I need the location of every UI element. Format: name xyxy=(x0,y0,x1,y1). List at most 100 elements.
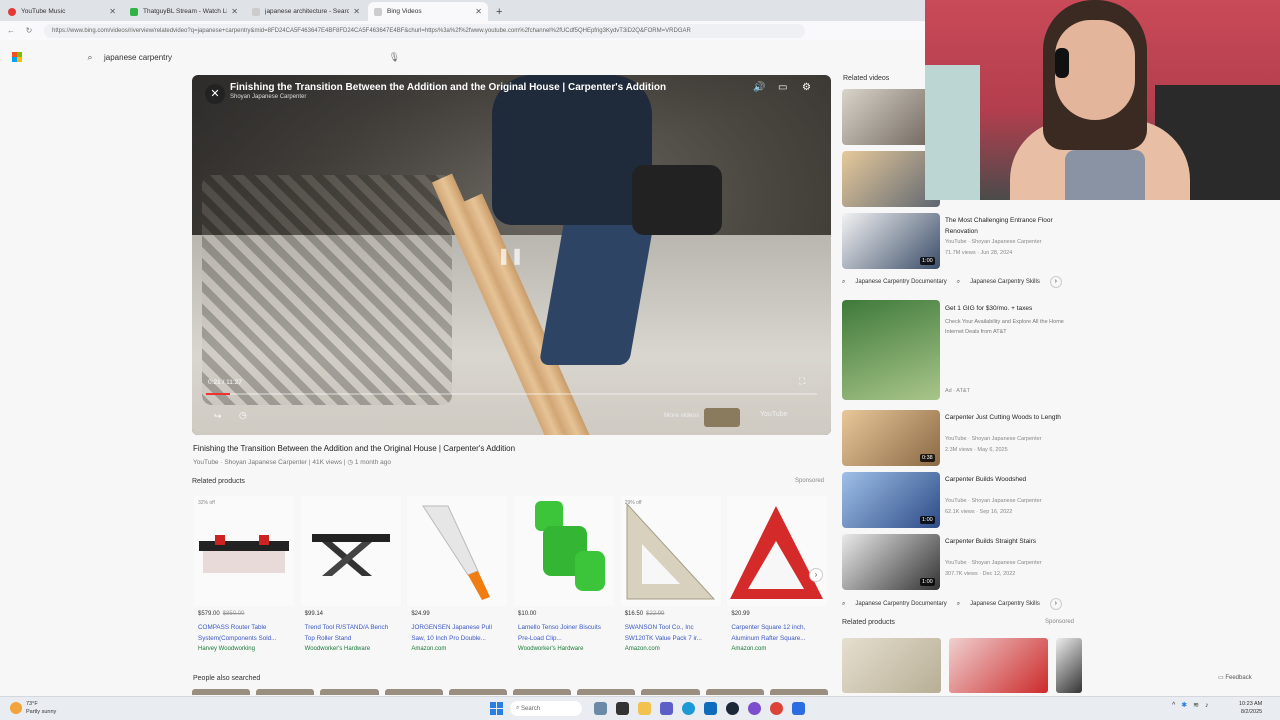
share-icon[interactable]: ↪ xyxy=(214,411,222,422)
bluetooth-icon[interactable]: ✱ xyxy=(1181,701,1187,709)
product-card[interactable]: $99.14 Trend Tool R/STAND/A Bench Top Ro… xyxy=(299,496,405,656)
product-image[interactable] xyxy=(194,496,294,606)
chip-skills[interactable]: Japanese Carpentry Skills xyxy=(970,601,1040,607)
product-name[interactable]: Lamello Tenso Joiner Biscuits Pre-Load C… xyxy=(518,622,612,644)
sponsored-label[interactable]: Sponsored xyxy=(795,478,824,484)
search-thumb[interactable] xyxy=(705,689,764,695)
related-video-item[interactable]: 1:00 The Most Challenging Entrance Floor… xyxy=(842,213,1082,269)
new-tab-button[interactable]: + xyxy=(496,2,502,21)
watch-later-icon[interactable]: ◷ xyxy=(239,410,247,421)
product-image[interactable] xyxy=(300,496,401,606)
microsoft-logo-icon[interactable] xyxy=(12,52,22,62)
teams-icon[interactable] xyxy=(660,702,673,715)
wifi-icon[interactable]: ≋ xyxy=(1193,701,1199,709)
product-image[interactable] xyxy=(514,496,615,606)
video-overlay-title[interactable]: Finishing the Transition Between the Add… xyxy=(230,82,666,93)
microphone-icon[interactable]: 🎙 xyxy=(389,52,400,63)
ad-card[interactable]: Get 1 GIG for $30/mo. + taxes Check Your… xyxy=(842,300,1082,400)
product-name[interactable]: JORGENSEN Japanese Pull Saw, 10 Inch Pro… xyxy=(411,622,505,644)
ad-title[interactable]: Get 1 GIG for $30/mo. + taxes xyxy=(945,305,1032,312)
product-name[interactable]: Carpenter Square 12 inch, Aluminum Rafte… xyxy=(731,622,825,644)
steam-icon[interactable] xyxy=(726,702,739,715)
tab-bing-videos[interactable]: Bing Videos ✕ xyxy=(368,2,488,21)
product-card[interactable]: 29% off $16.50 $22.99 SWANSON Tool Co., I… xyxy=(619,496,725,656)
meta-channel[interactable]: Shoyan Japanese Carpenter xyxy=(224,459,307,466)
search-thumb[interactable] xyxy=(513,689,572,695)
ad-image[interactable] xyxy=(842,300,940,400)
product-image[interactable] xyxy=(407,496,508,606)
fullscreen-icon[interactable]: ⛶ xyxy=(799,376,805,387)
tab-thatguybl-stream[interactable]: ThatguyBL Stream - Watch Live o ✕ xyxy=(124,2,244,21)
close-icon[interactable]: ✕ xyxy=(231,7,238,16)
refresh-icon[interactable]: ↻ xyxy=(22,26,36,35)
app-icon[interactable] xyxy=(748,702,761,715)
chevron-right-icon[interactable]: › xyxy=(1049,276,1062,288)
volume-icon[interactable]: ♪ xyxy=(1205,702,1209,709)
sponsored-label[interactable]: Sponsored xyxy=(1045,619,1074,625)
edge-icon[interactable] xyxy=(682,702,695,715)
back-icon[interactable]: ← xyxy=(4,26,18,35)
related-video-title[interactable]: Carpenter Builds Straight Stairs xyxy=(945,536,1075,547)
product-thumb[interactable] xyxy=(1056,638,1082,693)
product-card[interactable]: $24.99 JORGENSEN Japanese Pull Saw, 10 I… xyxy=(405,496,511,656)
related-video-title[interactable]: Carpenter Just Cutting Woods to Length xyxy=(945,412,1075,423)
feedback-button[interactable]: ▭ Feedback xyxy=(1218,674,1252,681)
search-icon[interactable]: ⌕ xyxy=(76,52,104,63)
related-video-item[interactable]: 0:38 Carpenter Just Cutting Woods to Len… xyxy=(842,410,1082,466)
outlook-icon[interactable] xyxy=(704,702,717,715)
carousel-next-button[interactable]: › xyxy=(809,568,823,582)
chrome-icon[interactable] xyxy=(770,702,783,715)
url-field[interactable]: https://www.bing.com/videos/riverview/re… xyxy=(44,23,805,38)
related-video-item[interactable]: 1:00 Carpenter Builds Woodshed YouTube ·… xyxy=(842,472,1082,528)
chip-documentary[interactable]: Japanese Carpentry Documentary xyxy=(855,601,946,607)
taskbar-search[interactable]: ⌕ Search xyxy=(510,701,582,716)
more-videos-thumbnail[interactable] xyxy=(704,408,740,427)
meta-source[interactable]: YouTube xyxy=(193,459,219,466)
close-icon[interactable]: ✕ xyxy=(109,7,116,16)
weather-widget[interactable]: 73°F Partly sunny xyxy=(10,700,56,716)
volume-icon[interactable]: 🔊 xyxy=(753,82,765,93)
close-icon[interactable]: ✕ xyxy=(353,7,360,16)
search-thumb[interactable] xyxy=(448,689,508,695)
progress-bar[interactable] xyxy=(206,393,817,395)
product-image[interactable] xyxy=(727,496,828,606)
file-explorer-icon[interactable] xyxy=(638,702,651,715)
more-videos-label[interactable]: More videos xyxy=(664,412,699,419)
video-player[interactable]: ✕ Finishing the Transition Between the A… xyxy=(192,75,831,435)
search-thumb[interactable] xyxy=(769,689,829,695)
related-video-title[interactable]: Carpenter Builds Woodshed xyxy=(945,474,1075,485)
search-thumb[interactable] xyxy=(320,689,379,695)
search-thumb[interactable] xyxy=(641,689,700,695)
vpn-icon[interactable] xyxy=(792,702,805,715)
channel-logo-icon[interactable]: ✕ xyxy=(205,84,225,104)
chevron-right-icon[interactable]: › xyxy=(1049,598,1062,610)
windows-start-icon[interactable] xyxy=(490,702,503,715)
video-title[interactable]: Finishing the Transition Between the Add… xyxy=(193,444,515,453)
product-image[interactable] xyxy=(620,496,721,606)
video-overlay-channel[interactable]: Shoyan Japanese Carpenter xyxy=(230,94,306,100)
search-thumb[interactable] xyxy=(192,689,251,695)
product-card[interactable]: 32% off $579.00 $850.00 COMPASS Router Ta… xyxy=(192,496,298,656)
widgets-icon[interactable] xyxy=(594,702,607,715)
captions-icon[interactable]: ▭ xyxy=(778,82,787,93)
pause-icon[interactable]: ❚❚ xyxy=(497,246,524,266)
product-name[interactable]: SWANSON Tool Co., Inc SW120TK Value Pack… xyxy=(625,622,719,644)
product-thumb[interactable] xyxy=(842,638,941,693)
settings-gear-icon[interactable]: ⚙ xyxy=(802,82,811,93)
search-thumb[interactable] xyxy=(384,689,443,695)
terminal-icon[interactable] xyxy=(616,702,629,715)
product-card[interactable]: $10.00 Lamello Tenso Joiner Biscuits Pre… xyxy=(512,496,618,656)
related-video-title[interactable]: The Most Challenging Entrance Floor Reno… xyxy=(945,215,1075,237)
product-name[interactable]: COMPASS Router Table System(Components S… xyxy=(198,622,292,644)
search-input[interactable]: japanese carpentry xyxy=(104,53,172,62)
search-box[interactable]: ⌕ japanese carpentry 🎙 xyxy=(76,48,406,66)
youtube-logo[interactable]: YouTube xyxy=(760,411,788,418)
related-video-item[interactable]: 1:00 Carpenter Builds Straight Stairs Yo… xyxy=(842,534,1082,590)
product-thumb[interactable] xyxy=(949,638,1048,693)
chip-documentary[interactable]: Japanese Carpentry Documentary xyxy=(855,279,946,285)
tab-youtube-music[interactable]: YouTube Music ✕ xyxy=(2,2,122,21)
search-thumb[interactable] xyxy=(256,689,315,695)
taskbar-clock[interactable]: 10:23 AM 8/2/2025 xyxy=(1239,700,1262,716)
chevron-up-icon[interactable]: ^ xyxy=(1172,702,1175,709)
search-thumb[interactable] xyxy=(577,689,636,695)
